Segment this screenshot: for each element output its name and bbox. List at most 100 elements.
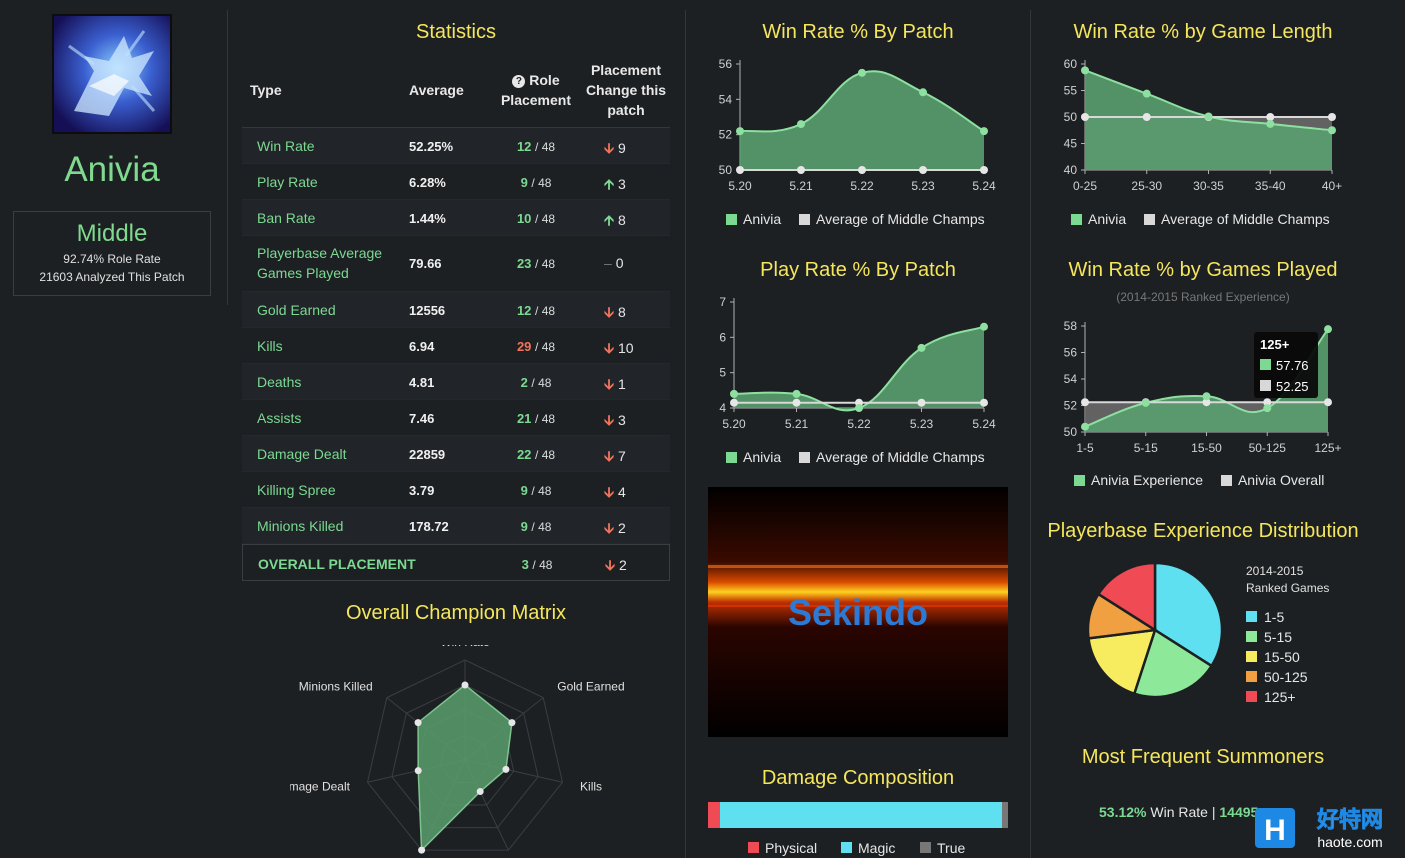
arrow-down-icon: 🡫 [604,484,615,500]
column-divider [1030,10,1031,858]
arrow-down-icon: 🡫 [604,412,615,428]
data-point-anivia [1141,398,1150,407]
stat-change-value: 2 [617,520,626,536]
matrix-title: Overall Champion Matrix [345,602,567,624]
stat-placement: 12 / 48 [500,139,572,154]
watermark-text-cn: 好特网 [1316,807,1383,832]
header-average: Average [409,82,464,98]
stat-row: Win Rate 52.25% 12 / 48 🡫 9 [242,128,670,164]
x-tick-label: 35-40 [1255,179,1286,193]
stat-placement-value: 12 [516,303,532,318]
data-point-average [736,166,744,174]
legend-label: Anivia [1088,211,1127,227]
stat-type: Deaths [257,374,302,390]
stat-placement: 2 / 48 [500,375,572,390]
tooltip-value: 57.76 [1276,358,1309,373]
experience-distribution-title: Playerbase Experience Distribution [1047,520,1359,542]
pie-legend-title: 2014-2015 Ranked Games [1246,564,1329,595]
data-point-average [1324,398,1332,407]
x-tick-label: 5.21 [789,179,813,193]
pie-legend-swatch [1246,671,1257,682]
legend-swatch [1144,214,1156,225]
stat-placement-value: 10 [516,211,532,226]
playrate-patch-chart: 4 5 6 7 5.20 5.21 5.22 5.23 5.24 [719,295,996,431]
stat-change: 🡫 8 [604,302,654,326]
stat-change-value: 8 [617,212,626,228]
damage-legend-swatch [841,842,852,853]
summoners-games: 14495 [1219,804,1259,820]
stat-row: Killing Spree 3.79 9 / 48 🡫 4 [242,472,670,508]
data-point-anivia [736,127,744,136]
champion-name: Anivia [64,150,160,189]
stat-average: 4.81 [409,375,435,390]
stat-row: Deaths 4.81 2 / 48 🡫 1 [242,364,670,400]
y-tick-label: 40 [1064,163,1078,177]
x-tick-label: 30-35 [1193,179,1224,193]
pie-legend-swatch [1246,691,1257,702]
stat-average: 1.44% [409,211,446,226]
stat-change: 🡫 3 [604,410,654,434]
data-point-anivia [1263,404,1272,413]
winrate-length-chart: 40 45 50 55 60 0-25 25-30 30-35 35-40 40+ [1064,57,1343,193]
x-tick-label: 5.20 [722,417,746,431]
overall-place-value: 3 [521,557,529,572]
data-point-anivia [1328,126,1336,135]
advertisement[interactable]: Sekindo [708,487,1008,737]
data-point-anivia [919,88,927,97]
arrow-down-icon: 🡫 [604,448,615,464]
experience-distribution-pie: 2014-2015 Ranked Games 1-5 5-15 15-50 50-125 1… [1086,561,1329,705]
anivia-portrait-image [54,16,170,132]
statistics-rows: Win Rate 52.25% 12 / 48 🡫 9 Play Rate 6.28% 9 … [242,128,670,544]
role-name: Middle [76,220,148,247]
stat-placement-value: 2 [520,375,528,390]
stat-placement: 9 / 48 [500,483,572,498]
legend-swatch [799,452,811,463]
y-tick-label: 52 [1064,399,1078,413]
legend-label: Average of Middle Champs [1161,211,1330,227]
legend-swatch [1074,475,1085,486]
stat-placement: 21 / 48 [500,411,572,426]
data-point-anivia [1081,66,1089,75]
column-divider [227,10,228,305]
legend-swatch [1071,214,1082,225]
statistics-header: Type Average ? Role Placement Placement … [242,57,670,128]
stat-placement-total: / 48 [535,448,556,462]
stat-placement-total: / 48 [531,376,552,390]
stat-row: Playerbase Average Games Played 79.66 23 /… [242,236,670,292]
pie-legend-swatch [1246,611,1257,622]
stat-average: 178.72 [409,519,449,534]
data-point-average [980,398,988,407]
damage-legend-swatch [920,842,931,853]
radar-point [418,846,426,854]
legend-label: Anivia [743,211,782,227]
champion-panel: Anivia Middle 92.74% Role Rate 21603 Ana… [0,0,228,858]
y-tick-label: 56 [1064,346,1078,360]
stat-placement-value: 23 [516,256,532,271]
winrate-games-subtitle: (2014-2015 Ranked Experience) [1116,290,1290,304]
winrate-patch-title: Win Rate % By Patch [762,21,954,43]
stat-type: Gold Earned [257,302,336,318]
data-point-average [1081,398,1089,407]
winrate-games-title: Win Rate % by Games Played [1068,259,1338,281]
legend-swatch [799,214,811,225]
data-point-anivia [1142,89,1151,98]
y-tick-label: 6 [719,330,726,344]
stat-change: 🡩 8 [604,210,654,234]
data-point-anivia [1081,422,1089,431]
stat-type: Assists [257,410,302,426]
damage-legend-label: Magic [858,840,895,856]
winrate-patch-legend: Anivia Average of Middle Champs [726,211,985,227]
winrate-patch-chart: 50 52 54 56 5.20 5.21 5.22 5.23 5.24 [719,57,996,193]
damage-composition-bar: Physical Magic True [708,802,1008,856]
stat-change: 🡩 3 [604,174,654,198]
data-point-anivia [858,68,866,77]
data-point-anivia [1324,325,1332,334]
watermark-logo: H 好特网 haote.com [1255,807,1383,850]
stat-row: Play Rate 6.28% 9 / 48 🡩 3 [242,164,670,200]
x-tick-label: 5.23 [911,179,935,193]
stat-average: 12556 [409,303,446,318]
tooltip-value: 52.25 [1276,379,1309,394]
data-point-anivia [1204,112,1213,121]
question-icon[interactable]: ? [512,75,526,88]
radar-label: Damage Dealt [290,779,351,793]
